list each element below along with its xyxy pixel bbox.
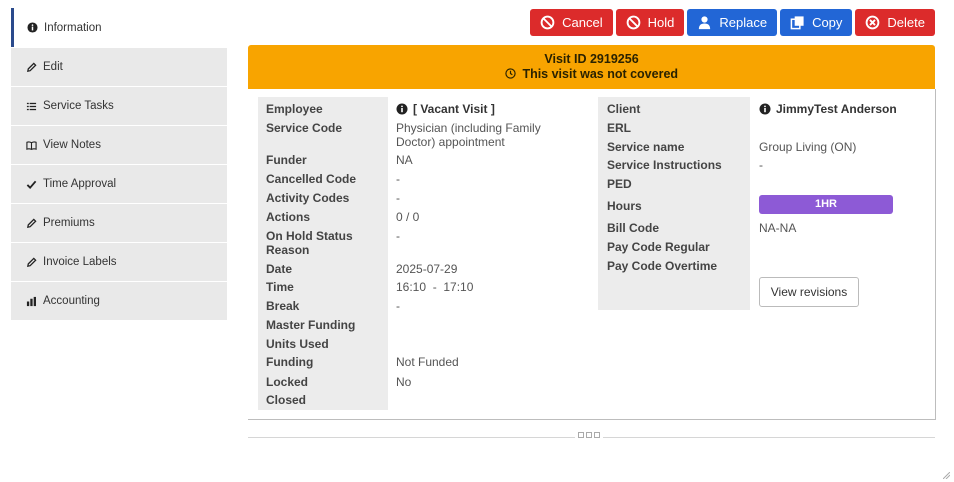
visit-id-title: Visit ID 2919256 xyxy=(544,52,639,66)
ban-icon xyxy=(540,15,555,30)
label-service-name: Service name xyxy=(607,140,685,154)
value-actions: 0 / 0 xyxy=(396,210,420,224)
visit-status-line: This visit was not covered xyxy=(248,67,935,82)
sidebar: Information Edit Service Tasks View Note… xyxy=(11,8,227,321)
value-locked: No xyxy=(396,375,412,389)
value-funding: Not Funded xyxy=(396,355,459,369)
info-icon xyxy=(759,103,771,115)
hold-button[interactable]: Hold xyxy=(615,9,685,36)
label-units-used: Units Used xyxy=(266,337,329,351)
label-service-instructions: Service Instructions xyxy=(607,158,722,172)
visit-details-panel: Employee Service Code Funder Cancelled C… xyxy=(248,89,936,420)
resize-grip-icon[interactable] xyxy=(943,472,950,479)
label-erl: ERL xyxy=(607,121,631,135)
sidebar-item-label: Invoice Labels xyxy=(43,256,117,268)
delete-button[interactable]: Delete xyxy=(855,9,935,36)
user-icon xyxy=(699,16,711,30)
label-cancelled-code: Cancelled Code xyxy=(266,172,357,186)
info-icon xyxy=(396,103,408,115)
value-break: - xyxy=(396,299,400,313)
splitter-handle[interactable] xyxy=(575,432,603,438)
value-cancelled-code: - xyxy=(396,172,400,186)
sidebar-item-service-tasks[interactable]: Service Tasks xyxy=(11,87,227,125)
sidebar-item-label: Accounting xyxy=(43,295,100,307)
book-icon xyxy=(25,139,37,151)
label-funder: Funder xyxy=(266,153,307,167)
value-service-instructions: - xyxy=(759,158,763,172)
sidebar-item-label: Time Approval xyxy=(43,178,117,190)
value-employee[interactable]: [ Vacant Visit ] xyxy=(396,102,495,116)
sidebar-item-label: View Notes xyxy=(43,139,101,151)
pencil-icon xyxy=(25,61,37,73)
label-time: Time xyxy=(266,280,294,294)
value-service-code: Physician (including Family Doctor) appo… xyxy=(396,121,541,149)
label-activity-codes: Activity Codes xyxy=(266,191,350,205)
sidebar-item-information[interactable]: Information xyxy=(11,8,227,47)
label-bill-code: Bill Code xyxy=(607,221,660,235)
sidebar-item-label: Premiums xyxy=(43,217,95,229)
clock-icon xyxy=(505,68,516,79)
copy-icon xyxy=(790,16,804,30)
label-pay-code-overtime: Pay Code Overtime xyxy=(607,259,718,273)
label-closed: Closed xyxy=(266,393,307,407)
ban-icon xyxy=(626,15,640,30)
replace-button[interactable]: Replace xyxy=(687,9,778,36)
close-circle-icon xyxy=(866,15,880,30)
info-icon xyxy=(26,22,38,34)
label-date: Date xyxy=(266,262,293,276)
sidebar-item-accounting[interactable]: Accounting xyxy=(11,282,227,320)
value-client[interactable]: JimmyTest Anderson xyxy=(759,102,897,116)
label-client: Client xyxy=(607,102,641,116)
value-date: 2025-07-29 xyxy=(396,262,458,276)
sidebar-item-invoice-labels[interactable]: Invoice Labels xyxy=(11,243,227,281)
view-revisions-button[interactable]: View revisions xyxy=(759,277,859,307)
pencil-icon xyxy=(25,256,37,268)
label-locked: Locked xyxy=(266,375,309,389)
value-activity-codes: - xyxy=(396,191,400,205)
label-ped: PED xyxy=(607,177,632,191)
label-hours: Hours xyxy=(607,199,642,213)
label-master-funding: Master Funding xyxy=(266,318,356,332)
pencil-icon xyxy=(25,217,37,229)
sidebar-item-edit[interactable]: Edit xyxy=(11,48,227,86)
copy-button[interactable]: Copy xyxy=(780,9,853,36)
sidebar-item-premiums[interactable]: Premiums xyxy=(11,204,227,242)
sidebar-item-label: Information xyxy=(44,21,102,34)
bar-chart-icon xyxy=(25,295,37,307)
value-funder: NA xyxy=(396,153,413,167)
cancel-button[interactable]: Cancel xyxy=(530,9,613,36)
label-service-code: Service Code xyxy=(266,121,343,135)
check-icon xyxy=(25,178,37,190)
sidebar-item-time-approval[interactable]: Time Approval xyxy=(11,165,227,203)
sidebar-item-label: Edit xyxy=(43,61,63,73)
hours-badge: 1HR xyxy=(759,195,893,214)
sidebar-item-label: Service Tasks xyxy=(43,100,114,112)
value-service-name: Group Living (ON) xyxy=(759,140,857,154)
label-pay-code-regular: Pay Code Regular xyxy=(607,240,710,254)
value-bill-code: NA-NA xyxy=(759,221,797,235)
label-on-hold-status-reason: On Hold Status Reason xyxy=(266,229,353,257)
label-actions: Actions xyxy=(266,210,311,224)
sidebar-item-view-notes[interactable]: View Notes xyxy=(11,126,227,164)
visit-status-banner: Visit ID 2919256 This visit was not cove… xyxy=(248,45,935,89)
label-break: Break xyxy=(266,299,300,313)
action-toolbar: Cancel Hold Replace Copy Delete xyxy=(530,9,935,36)
value-on-hold-status-reason: - xyxy=(396,229,400,243)
label-employee: Employee xyxy=(266,102,323,116)
label-funding: Funding xyxy=(266,355,314,369)
value-time: 16:10 - 17:10 xyxy=(396,280,474,294)
visit-status-text: This visit was not covered xyxy=(522,67,679,81)
task-list-icon xyxy=(25,100,37,112)
